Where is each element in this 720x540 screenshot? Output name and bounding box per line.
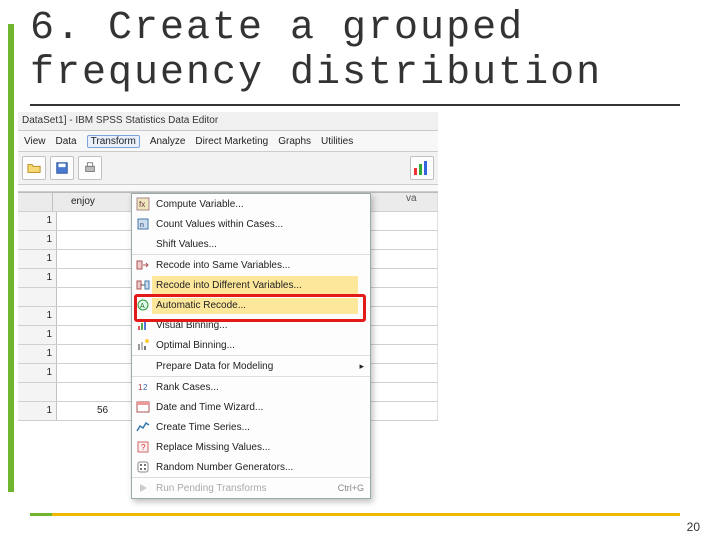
menu-item-optimal-binning[interactable]: Optimal Binning...: [132, 335, 370, 356]
blank-icon: [136, 237, 150, 251]
menu-bar: View Data Transform Analyze Direct Marke…: [18, 131, 438, 152]
spss-window: DataSet1] - IBM SPSS Statistics Data Edi…: [18, 112, 438, 492]
row-head[interactable]: 1: [18, 250, 57, 268]
row-head[interactable]: 1: [18, 402, 57, 420]
transform-dropdown: fx Compute Variable... n Count Values withi…: [131, 193, 371, 499]
menu-item-random-number-generators[interactable]: Random Number Generators...: [132, 457, 370, 478]
menu-item-prepare-data-for-modeling[interactable]: Prepare Data for Modeling ▸: [132, 356, 370, 377]
chart-button[interactable]: [410, 156, 434, 180]
recode-diff-icon: [136, 278, 150, 292]
menu-item-shift-values[interactable]: Shift Values...: [132, 234, 370, 255]
menu-item-label: Compute Variable...: [156, 199, 364, 210]
menu-direct-marketing[interactable]: Direct Marketing: [195, 136, 268, 147]
slide-accent-bar: [8, 24, 14, 492]
menu-item-label: Create Time Series...: [156, 422, 364, 433]
menu-data[interactable]: Data: [56, 136, 77, 147]
menu-analyze[interactable]: Analyze: [150, 136, 186, 147]
menu-item-label: Optimal Binning...: [156, 340, 364, 351]
rank-icon: 12: [136, 380, 150, 394]
menu-item-label: Count Values within Cases...: [156, 219, 364, 230]
menu-item-label: Replace Missing Values...: [156, 442, 364, 453]
print-button[interactable]: [78, 156, 102, 180]
menu-item-label: Prepare Data for Modeling: [156, 361, 353, 372]
random-icon: [136, 460, 150, 474]
menu-utilities[interactable]: Utilities: [321, 136, 353, 147]
menu-item-rank-cases[interactable]: 12 Rank Cases...: [132, 377, 370, 397]
auto-icon: A: [136, 298, 150, 312]
menu-item-create-time-series[interactable]: Create Time Series...: [132, 417, 370, 437]
menu-shortcut: Ctrl+G: [338, 483, 364, 493]
series-icon: [136, 420, 150, 434]
row-head[interactable]: 1: [18, 231, 57, 249]
menu-view[interactable]: View: [24, 136, 46, 147]
row-header-blank: [18, 193, 53, 211]
menu-item-compute-variable[interactable]: fx Compute Variable...: [132, 194, 370, 214]
optimal-icon: [136, 338, 150, 352]
menu-item-label: Recode into Same Variables...: [156, 260, 364, 271]
menu-item-recode-into-same-variables[interactable]: Recode into Same Variables...: [132, 255, 370, 275]
column-header-right: va: [406, 193, 434, 204]
menu-item-label: Date and Time Wizard...: [156, 402, 364, 413]
menu-item-replace-missing-values[interactable]: ? Replace Missing Values...: [132, 437, 370, 457]
svg-text:2: 2: [143, 383, 148, 392]
menu-item-recode-into-different-variables[interactable]: Recode into Different Variables...: [132, 275, 370, 295]
menu-item-run-pending-transforms: Run Pending Transforms Ctrl+G: [132, 478, 370, 498]
row-head[interactable]: [18, 288, 57, 306]
svg-text:?: ?: [141, 443, 146, 452]
svg-text:A: A: [140, 303, 145, 310]
recode-same-icon: [136, 258, 150, 272]
row-head[interactable]: 1: [18, 326, 57, 344]
data-grid: enjoy va fxCompute Variable...nCount Val…: [18, 192, 438, 421]
row-head[interactable]: 1: [18, 307, 57, 325]
toolbar: [18, 152, 438, 185]
menu-item-label: Run Pending Transforms: [156, 483, 332, 494]
page-number: 20: [687, 520, 700, 534]
compute-icon: fx: [136, 197, 150, 211]
menu-item-label: Visual Binning...: [156, 320, 364, 331]
svg-text:fx: fx: [139, 200, 145, 209]
slide-title: 6. Create a grouped frequency distributi…: [30, 6, 720, 96]
visual-icon: [136, 318, 150, 332]
svg-text:n: n: [140, 222, 144, 229]
row-head[interactable]: 1: [18, 345, 57, 363]
open-button[interactable]: [22, 156, 46, 180]
row-head[interactable]: 1: [18, 364, 57, 382]
row-head[interactable]: 1: [18, 269, 57, 287]
window-title-bar: DataSet1] - IBM SPSS Statistics Data Edi…: [18, 112, 438, 131]
menu-transform[interactable]: Transform: [87, 135, 140, 148]
menu-graphs[interactable]: Graphs: [278, 136, 311, 147]
count-icon: n: [136, 217, 150, 231]
slide-bottom-accent: [30, 513, 680, 516]
title-underline: [30, 104, 680, 106]
date-icon: [136, 400, 150, 414]
menu-item-date-and-time-wizard[interactable]: Date and Time Wizard...: [132, 397, 370, 417]
menu-item-label: Random Number Generators...: [156, 462, 364, 473]
row-head[interactable]: [18, 383, 57, 401]
run-icon: [136, 481, 150, 495]
blank-icon: [136, 359, 150, 373]
menu-item-label: Rank Cases...: [156, 382, 364, 393]
menu-item-label: Automatic Recode...: [156, 300, 364, 311]
submenu-arrow-icon: ▸: [359, 361, 364, 372]
menu-item-automatic-recode[interactable]: A Automatic Recode...: [132, 295, 370, 315]
replace-icon: ?: [136, 440, 150, 454]
save-button[interactable]: [50, 156, 74, 180]
row-head[interactable]: 1: [18, 212, 57, 230]
menu-item-label: Recode into Different Variables...: [156, 280, 364, 291]
menu-item-label: Shift Values...: [156, 239, 364, 250]
menu-item-count-values-within-cases[interactable]: n Count Values within Cases...: [132, 214, 370, 234]
menu-item-visual-binning[interactable]: Visual Binning...: [132, 315, 370, 335]
